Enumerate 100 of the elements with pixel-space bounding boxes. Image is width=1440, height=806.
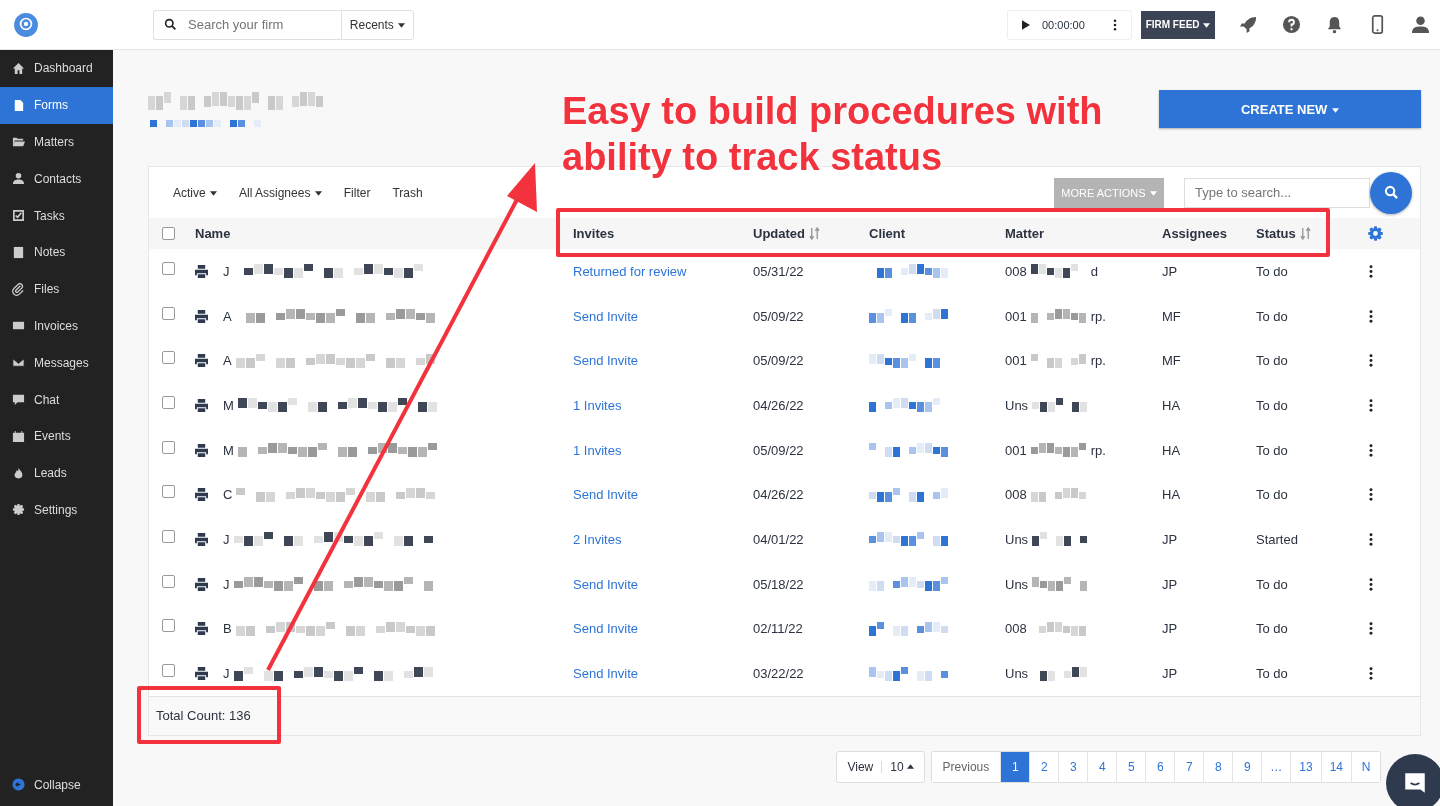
invites-link[interactable]: 2 Invites — [573, 531, 622, 547]
row-checkbox[interactable] — [162, 395, 175, 409]
printer-icon[interactable] — [194, 309, 209, 323]
rocket-icon[interactable] — [1239, 15, 1258, 34]
search-button[interactable] — [1370, 171, 1412, 214]
sidebar-item[interactable]: Leads — [0, 454, 113, 492]
toolbar-link[interactable]: Trash — [382, 185, 433, 200]
firm-search-field[interactable]: Search your firm — [153, 9, 341, 40]
row-checkbox[interactable] — [162, 306, 175, 320]
more-icon[interactable] — [1368, 354, 1373, 368]
form-name[interactable]: A — [223, 308, 232, 324]
more-icon[interactable] — [1368, 622, 1373, 636]
printer-icon[interactable] — [194, 264, 209, 278]
app-logo[interactable] — [13, 11, 39, 38]
updated-date: 05/09/22 — [753, 442, 804, 458]
printer-icon[interactable] — [194, 667, 209, 681]
more-icon[interactable] — [1368, 443, 1373, 457]
row-checkbox[interactable] — [162, 440, 175, 454]
column-header[interactable]: Matter — [1005, 226, 1044, 241]
invites-link[interactable]: Send Invite — [573, 576, 639, 592]
sort-icon[interactable] — [809, 227, 820, 240]
printer-icon[interactable] — [194, 354, 209, 368]
sidebar-item[interactable]: Files — [0, 270, 113, 308]
sidebar-item[interactable]: Matters — [0, 123, 113, 161]
sidebar-item[interactable]: Events — [0, 417, 113, 455]
more-icon[interactable] — [1113, 18, 1117, 31]
invites-link[interactable]: 1 Invites — [573, 397, 622, 413]
more-icon[interactable] — [1368, 309, 1373, 323]
page-size-select[interactable]: View 10 — [836, 750, 925, 783]
sort-icon[interactable] — [1299, 227, 1311, 240]
form-name[interactable]: M — [223, 397, 234, 413]
column-header[interactable]: Assignees — [1162, 226, 1228, 241]
sidebar-item[interactable]: Forms — [0, 86, 113, 124]
column-header[interactable]: Name — [195, 226, 231, 241]
more-icon[interactable] — [1368, 667, 1373, 681]
more-icon[interactable] — [1368, 577, 1373, 591]
more-icon[interactable] — [1368, 488, 1373, 502]
invites-link[interactable]: 1 Invites — [573, 442, 622, 458]
page-button[interactable]: N — [1351, 751, 1380, 782]
invites-link[interactable]: Send Invite — [573, 353, 639, 369]
more-icon[interactable] — [1368, 264, 1373, 278]
matter-text: rp. — [1090, 308, 1106, 324]
user-icon[interactable] — [1411, 15, 1430, 34]
sidebar-item[interactable]: Settings — [0, 491, 113, 529]
form-name[interactable]: A — [223, 353, 232, 369]
invites-link[interactable]: Send Invite — [573, 621, 639, 637]
search-icon — [164, 18, 177, 31]
form-name[interactable]: J — [223, 576, 230, 592]
filter-dropdown[interactable]: All Assignees — [229, 185, 332, 200]
invites-link[interactable]: Returned for review — [573, 263, 687, 279]
column-header[interactable]: Invites — [573, 226, 615, 241]
page-button[interactable]: 1 — [1000, 751, 1030, 782]
row-checkbox[interactable] — [162, 351, 175, 365]
toolbar-link[interactable]: Filter — [333, 185, 381, 200]
sidebar-item[interactable]: Notes — [0, 234, 113, 271]
sidebar-item[interactable]: Tasks — [0, 197, 113, 234]
form-name[interactable]: J — [223, 666, 230, 682]
column-header[interactable]: Client — [869, 226, 906, 241]
printer-icon[interactable] — [194, 532, 209, 546]
more-icon[interactable] — [1368, 532, 1373, 546]
row-checkbox[interactable] — [162, 574, 175, 588]
settings-icon[interactable] — [1367, 225, 1384, 242]
collapse-button[interactable]: Collapse — [0, 778, 113, 806]
printer-icon[interactable] — [194, 622, 209, 636]
create-new-button[interactable]: CREATE NEW — [1159, 90, 1421, 128]
printer-icon[interactable] — [194, 488, 209, 502]
form-name[interactable]: B — [223, 621, 232, 637]
row-checkbox[interactable] — [162, 664, 175, 678]
row-checkbox[interactable] — [162, 529, 175, 543]
table-search-field[interactable]: Type to search... — [1184, 177, 1370, 208]
more-icon[interactable] — [1368, 398, 1373, 412]
sidebar-item[interactable]: Chat — [0, 381, 113, 418]
sortable-column-header[interactable]: Updated — [753, 226, 820, 241]
recents-dropdown[interactable]: Recents — [341, 9, 414, 40]
filter-dropdown[interactable]: Active — [163, 185, 227, 200]
sidebar-item[interactable]: Invoices — [0, 307, 113, 345]
invites-link[interactable]: Send Invite — [573, 308, 639, 324]
row-checkbox[interactable] — [162, 485, 175, 499]
notification-icon[interactable] — [1325, 15, 1344, 34]
help-icon[interactable] — [1282, 15, 1301, 34]
sidebar-item[interactable]: Contacts — [0, 160, 113, 198]
play-icon[interactable] — [1022, 19, 1030, 30]
sidebar-item[interactable]: Messages — [0, 344, 113, 382]
printer-icon[interactable] — [194, 398, 209, 412]
form-name[interactable]: C — [223, 487, 233, 503]
form-name[interactable]: J — [223, 263, 230, 279]
printer-icon[interactable] — [194, 577, 209, 591]
chat-widget-button[interactable] — [1386, 754, 1440, 806]
firm-feed-button[interactable]: FIRM FEED — [1141, 10, 1215, 39]
row-checkbox[interactable] — [162, 261, 175, 275]
select-all-checkbox[interactable] — [162, 227, 175, 240]
printer-icon[interactable] — [194, 443, 209, 457]
sortable-column-header[interactable]: Status — [1256, 226, 1311, 241]
form-name[interactable]: M — [223, 442, 234, 458]
search-input[interactable]: Search your firm — [186, 16, 340, 33]
sidebar-item[interactable]: Dashboard — [0, 50, 113, 87]
form-name[interactable]: J — [223, 531, 230, 547]
invites-link[interactable]: Send Invite — [573, 666, 639, 682]
row-checkbox[interactable] — [162, 619, 175, 633]
invites-link[interactable]: Send Invite — [573, 487, 639, 503]
